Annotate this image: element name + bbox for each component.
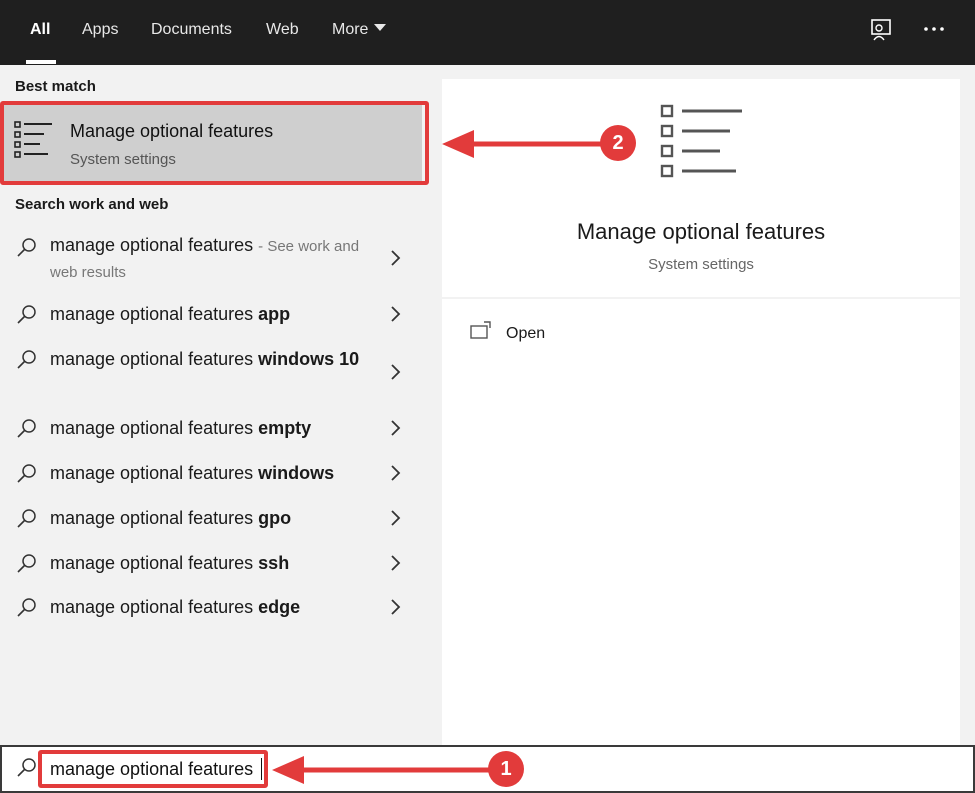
arrow-to-search — [272, 756, 498, 784]
open-action[interactable]: Open — [470, 321, 545, 346]
tab-documents[interactable]: Documents — [151, 21, 232, 39]
search-result-3[interactable]: manage optional features empty — [0, 416, 428, 446]
result-text: manage optional features windows — [50, 461, 360, 486]
result-suffix: windows — [258, 463, 335, 483]
search-icon — [16, 418, 38, 445]
search-result-5[interactable]: manage optional features gpo — [0, 506, 428, 536]
chevron-right-icon — [389, 598, 401, 621]
open-window-icon — [470, 321, 492, 345]
chevron-right-icon — [389, 554, 401, 577]
search-result-4[interactable]: manage optional features windows — [0, 461, 428, 491]
result-suffix: windows 10 — [258, 349, 360, 369]
result-text: manage optional features empty — [50, 416, 360, 441]
tab-all[interactable]: All — [30, 21, 50, 39]
step-badge-1: 1 — [488, 751, 524, 787]
tab-web[interactable]: Web — [266, 21, 299, 39]
result-suffix: gpo — [258, 508, 292, 528]
search-icon — [16, 463, 38, 490]
result-query: manage optional features — [50, 597, 254, 617]
arrow-to-best-match — [442, 130, 606, 158]
tab-more[interactable]: More — [332, 21, 387, 39]
result-query: manage optional features — [50, 235, 254, 255]
highlight-box-best-match — [0, 101, 429, 185]
search-icon — [16, 597, 38, 624]
search-result-1[interactable]: manage optional features app — [0, 302, 428, 332]
open-label: Open — [506, 325, 546, 342]
active-tab-indicator — [26, 60, 56, 64]
chevron-right-icon — [389, 509, 401, 532]
more-options-icon[interactable] — [922, 22, 946, 40]
search-icon — [16, 757, 38, 784]
tab-apps[interactable]: Apps — [82, 21, 118, 39]
actions-list: Open — [442, 299, 960, 745]
chevron-down-icon — [374, 24, 387, 32]
search-result-0[interactable]: manage optional features - See work and … — [0, 233, 428, 285]
search-icon — [16, 349, 38, 376]
result-query: manage optional features — [50, 553, 254, 573]
chevron-right-icon — [389, 249, 401, 272]
search-icon — [16, 304, 38, 331]
app-subtitle: System settings — [648, 256, 754, 273]
app-title: Manage optional features — [576, 219, 826, 244]
result-query: manage optional features — [50, 463, 254, 483]
result-query: manage optional features — [50, 304, 254, 324]
step-badge-2: 2 — [600, 125, 636, 161]
tab-more-label: More — [332, 21, 369, 38]
chevron-right-icon — [389, 363, 401, 386]
search-web-heading: Search work and web — [15, 196, 169, 213]
search-result-7[interactable]: manage optional features edge — [0, 595, 428, 625]
result-text: manage optional features edge — [50, 595, 360, 620]
result-query: manage optional features — [50, 349, 254, 369]
result-suffix: empty — [258, 418, 312, 438]
result-suffix: ssh — [258, 553, 290, 573]
highlight-box-search — [38, 750, 268, 788]
best-match-heading: Best match — [15, 78, 96, 95]
search-result-6[interactable]: manage optional features ssh — [0, 551, 428, 581]
search-icon — [16, 237, 38, 264]
result-suffix: edge — [258, 597, 301, 617]
chevron-right-icon — [389, 464, 401, 487]
result-suffix: app — [258, 304, 291, 324]
list-icon — [660, 103, 744, 188]
result-query: manage optional features — [50, 508, 254, 528]
result-text: manage optional features ssh — [50, 551, 360, 576]
app-preview-card: Manage optional features System settings — [442, 79, 960, 297]
result-text: manage optional features windows 10 — [50, 347, 360, 372]
result-text: manage optional features - See work and … — [50, 233, 360, 285]
result-text: manage optional features gpo — [50, 506, 360, 531]
preview-panel: Manage optional features System settings… — [428, 65, 975, 745]
search-result-2[interactable]: manage optional features windows 10 — [0, 347, 428, 399]
search-icon — [16, 553, 38, 580]
feedback-icon[interactable] — [869, 18, 893, 49]
chevron-right-icon — [389, 305, 401, 328]
result-query: manage optional features — [50, 418, 254, 438]
search-scope-bar: All Apps Documents Web More — [0, 0, 975, 65]
chevron-right-icon — [389, 419, 401, 442]
search-icon — [16, 508, 38, 535]
result-text: manage optional features app — [50, 302, 360, 327]
